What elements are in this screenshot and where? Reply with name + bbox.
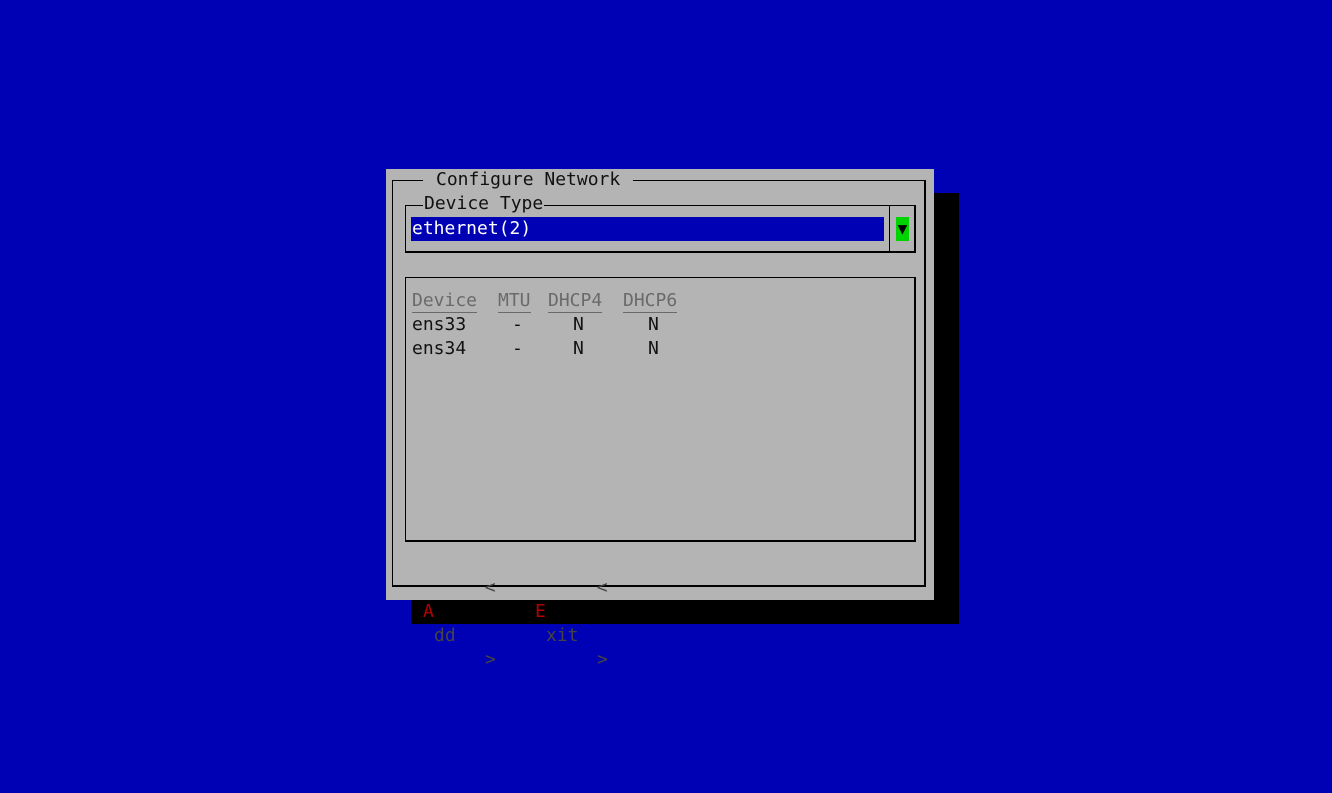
cell-dhcp6: N — [648, 314, 659, 335]
exit-button-close: > — [597, 649, 608, 670]
cell-mtu: - — [512, 314, 523, 335]
add-button-rest: dd — [434, 625, 456, 646]
header-dhcp4: DHCP4 — [548, 290, 603, 313]
cell-mtu: - — [512, 338, 523, 359]
device-type-label: Device Type — [423, 193, 545, 215]
dialog-title: Configure Network — [423, 169, 634, 191]
header-dhcp6: DHCP6 — [623, 290, 678, 313]
device-type-select[interactable]: ethernet(2) — [411, 217, 884, 241]
exit-button[interactable]: < E xit > — [510, 552, 608, 696]
exit-button-open: < — [596, 577, 608, 598]
cell-device: ens34 — [412, 338, 467, 359]
add-button[interactable]: < A dd > — [398, 552, 496, 696]
add-button-open: < — [484, 577, 496, 598]
device-list[interactable]: Device MTU DHCP4 DHCP6 ens33 - N N ens34… — [405, 277, 916, 542]
exit-button-hotkey: E — [535, 601, 546, 622]
dropdown-arrow-icon[interactable]: ▼ — [896, 217, 909, 241]
cell-dhcp6: N — [648, 338, 659, 359]
cell-dhcp4: N — [573, 314, 584, 335]
header-device: Device — [412, 290, 478, 313]
exit-button-rest: xit — [546, 625, 579, 646]
configure-network-dialog: Configure Network Device Type ethernet(2… — [386, 169, 934, 670]
screen-background: Configure Network Device Type ethernet(2… — [0, 0, 1332, 793]
button-bar: < A dd > < E xit > — [398, 552, 608, 670]
select-divider — [889, 206, 890, 252]
cell-dhcp4: N — [573, 338, 584, 359]
add-button-hotkey: A — [423, 601, 434, 622]
add-button-close: > — [485, 649, 496, 670]
header-mtu: MTU — [498, 290, 531, 313]
cell-device: ens33 — [412, 314, 467, 335]
